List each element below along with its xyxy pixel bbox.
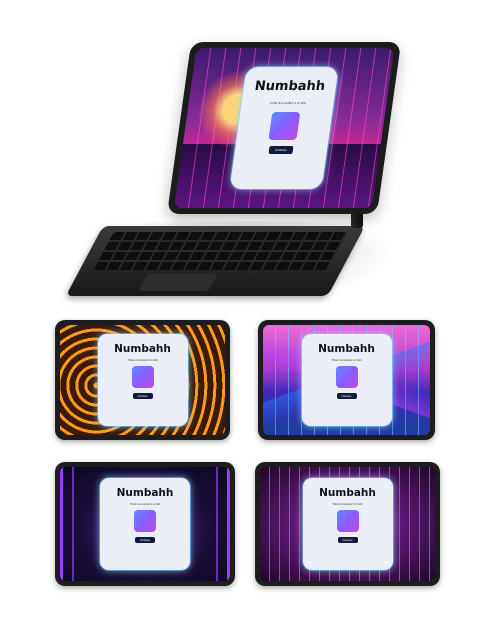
app-subtitle: Think of a number 1 to 100 xyxy=(127,359,158,362)
app-subtitle: Think of a number 1 to 100 xyxy=(331,359,362,362)
app-art-square xyxy=(134,510,156,532)
app-card: Numbahh Think of a number 1 to 100 Conti… xyxy=(301,334,392,426)
tablet-1: Numbahh Think of a number 1 to 100 Conti… xyxy=(55,320,230,440)
app-art-square xyxy=(131,366,154,388)
app-title: Numbahh xyxy=(114,343,171,355)
app-title: Numbahh xyxy=(116,487,174,499)
screen-server-room: Numbahh Think of a number 1 to 100 Conti… xyxy=(260,467,435,581)
hero-tablet-keyboard-mockup: Numbahh Think of a number 1 to 100 Conti… xyxy=(65,36,402,301)
app-art-square xyxy=(268,112,301,140)
app-card: Numbahh Think of a number 1 to 100 Conti… xyxy=(97,334,188,426)
app-subtitle: Think of a number 1 to 100 xyxy=(269,101,306,105)
app-subtitle: Think of a number 1 to 100 xyxy=(332,503,363,506)
app-title: Numbahh xyxy=(253,79,327,94)
screen-mountains: Numbahh Think of a number 1 to 100 Conti… xyxy=(263,325,430,435)
tablet-3: Numbahh Think of a number 1 to 100 Conti… xyxy=(55,462,235,586)
continue-button[interactable]: Continue xyxy=(337,537,358,543)
app-art-square xyxy=(336,510,359,532)
continue-button[interactable]: Continue xyxy=(336,393,357,399)
app-title: Numbahh xyxy=(319,487,376,499)
app-art-square xyxy=(335,366,358,388)
screen-corridor: Numbahh Think of a number 1 to 100 Conti… xyxy=(60,467,230,581)
trackpad xyxy=(138,274,218,291)
screen-synthwave: Numbahh Think of a number 1 to 100 Conti… xyxy=(173,48,395,208)
screen-tunnel: Numbahh Think of a number 1 to 100 Conti… xyxy=(60,325,225,435)
tablet-0: Numbahh Think of a number 1 to 100 Conti… xyxy=(167,42,402,214)
app-card: Numbahh Think of a number 1 to 100 Conti… xyxy=(100,478,190,570)
app-title: Numbahh xyxy=(318,343,375,355)
app-card: Numbahh Think of a number 1 to 100 Conti… xyxy=(302,478,393,570)
continue-button[interactable]: Continue xyxy=(268,146,294,154)
tablet-4: Numbahh Think of a number 1 to 100 Conti… xyxy=(255,462,440,586)
app-subtitle: Think of a number 1 to 100 xyxy=(130,503,160,506)
keyboard-keys xyxy=(93,232,348,270)
app-card: Numbahh Think of a number 1 to 100 Conti… xyxy=(229,67,339,189)
magic-keyboard xyxy=(65,226,366,296)
continue-button[interactable]: Continue xyxy=(132,393,153,399)
tablet-2: Numbahh Think of a number 1 to 100 Conti… xyxy=(258,320,435,440)
continue-button[interactable]: Continue xyxy=(135,537,155,543)
